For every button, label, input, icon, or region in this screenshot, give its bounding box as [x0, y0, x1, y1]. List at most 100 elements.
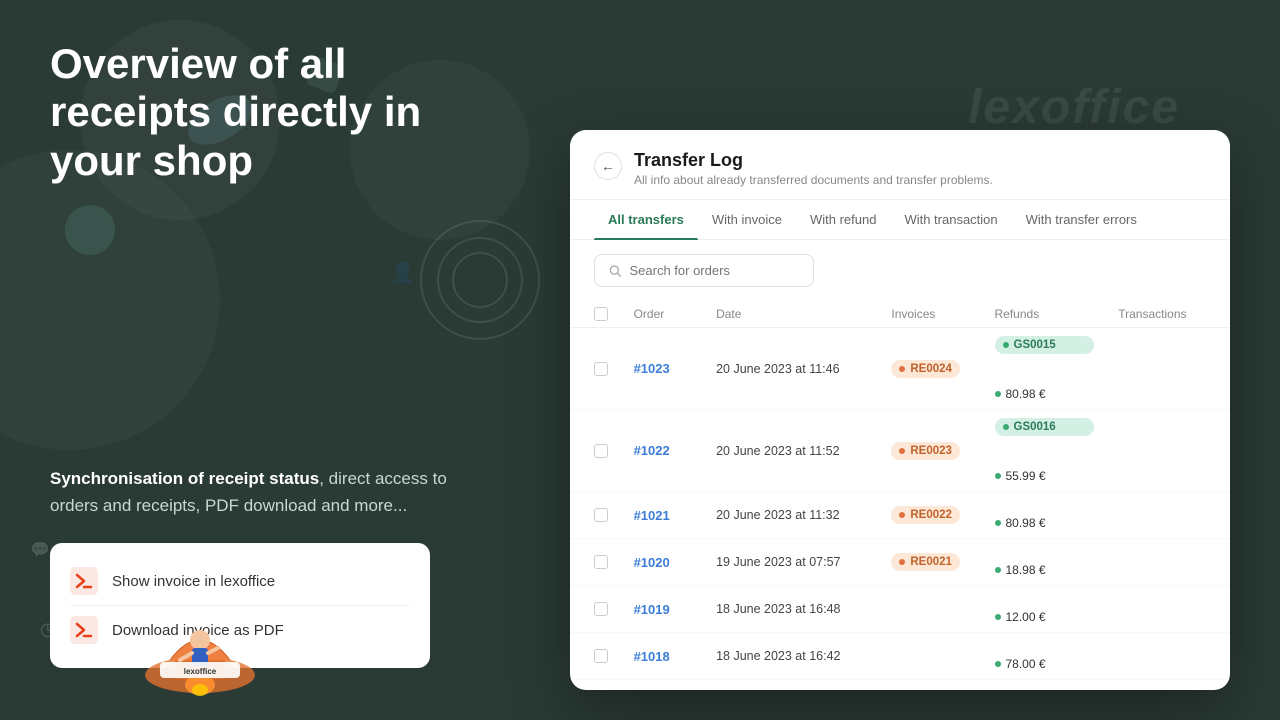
refund-badge[interactable]: GS0015 [995, 336, 1095, 354]
row-order: #1021 [622, 492, 705, 539]
row-date: 20 June 2023 at 11:46 [704, 328, 879, 410]
row-checkbox-cell [570, 539, 622, 586]
order-link[interactable]: #1022 [634, 443, 670, 458]
row-transactions: 78.00 € [983, 649, 1107, 679]
row-order: #1023 [622, 328, 705, 410]
row-invoices: RE0021 [879, 539, 982, 586]
search-area [570, 240, 1230, 301]
row-checkbox-cell [570, 586, 622, 633]
row-invoices: RE0022 [879, 492, 982, 539]
row-date: 18 June 2023 at 16:48 [704, 586, 879, 633]
select-all-checkbox[interactable] [594, 307, 608, 321]
table-row: #1023 20 June 2023 at 11:46 RE0024 GS0015 80… [570, 328, 1230, 410]
description-bold: Synchronisation of receipt status [50, 469, 319, 488]
row-refunds [983, 680, 1107, 690]
row-invoices [879, 633, 982, 680]
row-transactions: 55.99 € [983, 461, 1107, 491]
search-box[interactable] [594, 254, 814, 287]
window-title-block: Transfer Log All info about already tran… [634, 150, 993, 187]
invoice-badge[interactable]: RE0023 [891, 442, 960, 460]
row-refunds: GS0016 [983, 410, 1107, 461]
row-date: 19 June 2023 at 07:57 [704, 539, 879, 586]
row-checkbox-cell [570, 328, 622, 410]
order-link[interactable]: #1021 [634, 508, 670, 523]
search-input[interactable] [629, 263, 799, 278]
row-checkbox[interactable] [594, 602, 608, 616]
transaction-item: 18.98 € [995, 563, 1095, 577]
row-invoices: RE0023 [879, 410, 982, 492]
row-invoices [879, 680, 982, 691]
row-date: 20 June 2023 at 11:52 [704, 410, 879, 492]
svg-text:lexoffice: lexoffice [184, 667, 217, 676]
row-date: 18 June 2023 at 16:42 [704, 633, 879, 680]
row-checkbox[interactable] [594, 444, 608, 458]
row-transactions: 12.00 € [983, 602, 1107, 632]
row-order: #1022 [622, 410, 705, 492]
invoice-badge[interactable]: RE0021 [891, 553, 960, 571]
row-order: #1020 [622, 539, 705, 586]
orders-table-container: Order Date Invoices Refunds Transactions… [570, 301, 1230, 690]
row-invoices: RE0024 [879, 328, 982, 410]
row-date: 13 June 2023 at 14:44 [704, 680, 879, 691]
header-invoices: Invoices [879, 301, 982, 328]
header-order: Order [622, 301, 705, 328]
row-transactions: 18.98 € [983, 555, 1107, 585]
row-refunds [983, 492, 1107, 508]
search-icon [609, 264, 621, 278]
transaction-item: 80.98 € [995, 516, 1095, 530]
window-title: Transfer Log [634, 150, 993, 171]
order-link[interactable]: #1023 [634, 361, 670, 376]
row-order: #1019 [622, 586, 705, 633]
description-text: Synchronisation of receipt status, direc… [50, 465, 490, 519]
tabs-bar: All transfers With invoice With refund W… [570, 200, 1230, 240]
orders-table: Order Date Invoices Refunds Transactions… [570, 301, 1230, 690]
row-checkbox[interactable] [594, 649, 608, 663]
table-row: #1020 19 June 2023 at 07:57 RE0021 18.98 € [570, 539, 1230, 586]
row-refunds: GS0015 [983, 328, 1107, 379]
row-invoices [879, 586, 982, 633]
order-link[interactable]: #1020 [634, 555, 670, 570]
row-refunds [983, 539, 1107, 555]
window-header: ← Transfer Log All info about already tr… [570, 130, 1230, 200]
transaction-item: 55.99 € [995, 469, 1095, 483]
lexoffice-icon-1 [70, 567, 98, 595]
tab-with-transaction[interactable]: With transaction [890, 200, 1011, 239]
refund-badge[interactable]: GS0016 [995, 418, 1095, 436]
table-row: #1019 18 June 2023 at 16:48 12.00 € [570, 586, 1230, 633]
rocket-illustration: lexoffice [100, 560, 300, 700]
row-transactions: 80.98 € [983, 508, 1107, 538]
row-order: #1018 [622, 633, 705, 680]
transaction-item: 78.00 € [995, 657, 1095, 671]
row-refunds [983, 586, 1107, 602]
table-row: #101713 June 2023 at 14:4458.99 € [570, 680, 1230, 691]
tab-with-invoice[interactable]: With invoice [698, 200, 796, 239]
header-transactions: Transactions [1106, 301, 1230, 328]
main-title: Overview of all receipts directly in you… [50, 40, 490, 185]
transaction-item: 12.00 € [995, 610, 1095, 624]
left-panel: Overview of all receipts directly in you… [0, 0, 540, 720]
row-checkbox[interactable] [594, 555, 608, 569]
lexoffice-icon-2 [70, 616, 98, 644]
invoice-badge[interactable]: RE0022 [891, 506, 960, 524]
tab-all-transfers[interactable]: All transfers [594, 200, 698, 239]
order-link[interactable]: #1018 [634, 649, 670, 664]
order-link[interactable]: #1019 [634, 602, 670, 617]
tab-with-errors[interactable]: With transfer errors [1012, 200, 1151, 239]
table-row: #1022 20 June 2023 at 11:52 RE0023 GS0016 55… [570, 410, 1230, 492]
header-checkbox [570, 301, 622, 328]
back-button[interactable]: ← [594, 152, 622, 180]
row-checkbox[interactable] [594, 508, 608, 522]
invoice-badge[interactable]: RE0024 [891, 360, 960, 378]
header-date: Date [704, 301, 879, 328]
row-checkbox-cell [570, 633, 622, 680]
table-row: #1018 18 June 2023 at 16:42 78.00 € [570, 633, 1230, 680]
row-date: 20 June 2023 at 11:32 [704, 492, 879, 539]
row-transactions: 80.98 € [983, 379, 1107, 409]
transaction-item: 80.98 € [995, 387, 1095, 401]
row-checkbox[interactable] [594, 362, 608, 376]
header-refunds: Refunds [983, 301, 1107, 328]
row-checkbox-cell [570, 410, 622, 492]
row-checkbox-cell [570, 492, 622, 539]
row-refunds [983, 633, 1107, 649]
tab-with-refund[interactable]: With refund [796, 200, 890, 239]
